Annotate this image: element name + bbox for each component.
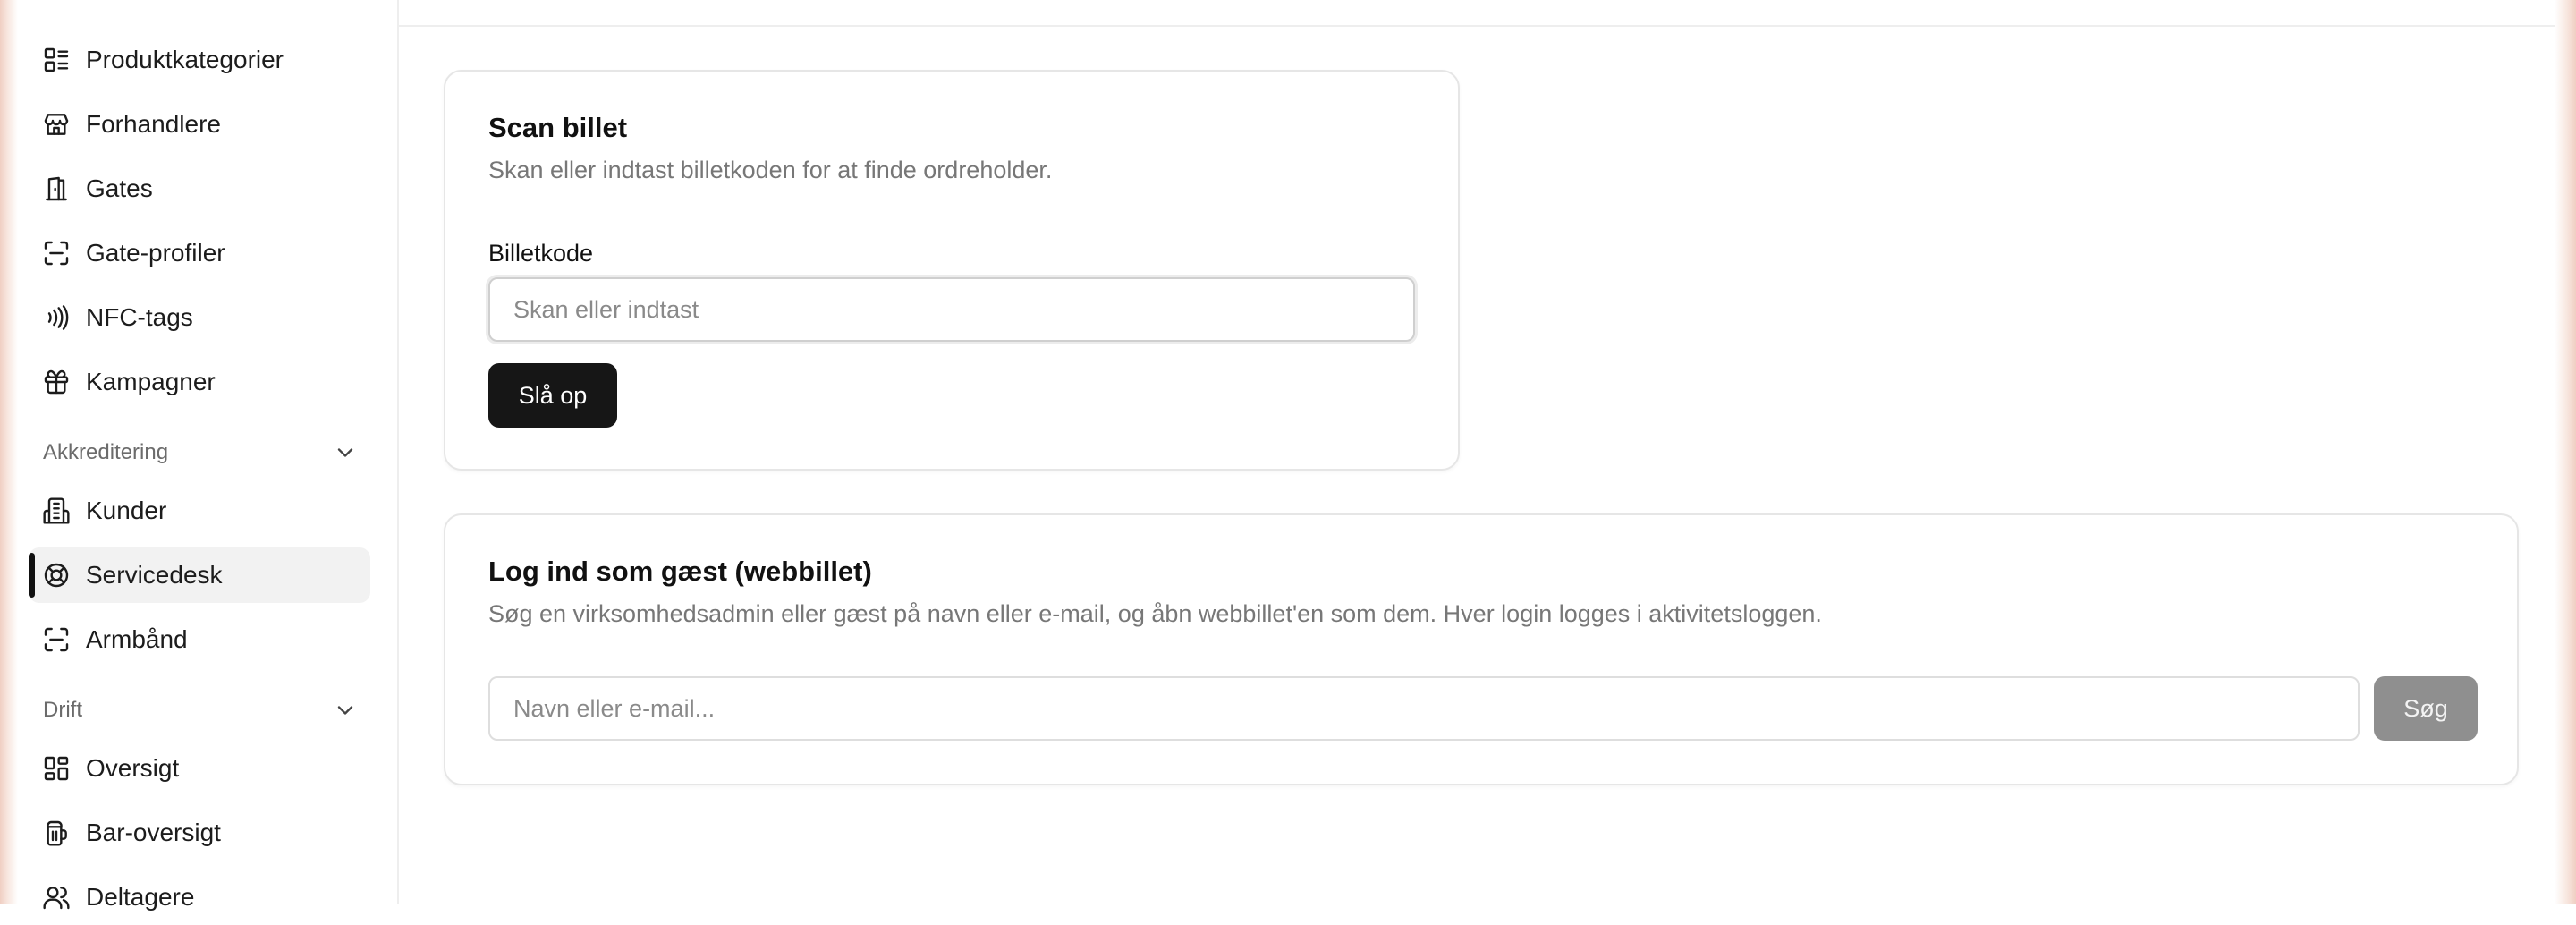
chevron-down-icon	[337, 706, 353, 715]
guest-login-card: Log ind som gæst (webbillet) Søg en virk…	[444, 513, 2519, 785]
nfc-icon	[41, 302, 72, 333]
sidebar-item-armbaand[interactable]: Armbånd	[29, 612, 370, 667]
card-title: Log ind som gæst (webbillet)	[488, 556, 872, 587]
lookup-button[interactable]: Slå op	[488, 363, 617, 428]
sidebar-item-label: Kunder	[86, 496, 167, 524]
dashboard-icon	[41, 753, 72, 784]
sidebar-item-gates[interactable]: Gates	[29, 161, 370, 216]
sidebar-item-produktkategorier[interactable]: Produktkategorier	[29, 32, 370, 88]
section-label: Akkreditering	[43, 440, 169, 464]
sidebar-item-bar-oversigt[interactable]: Bar-oversigt	[29, 805, 370, 861]
active-indicator	[29, 553, 35, 598]
sidebar-item-kunder[interactable]: Kunder	[29, 483, 370, 539]
chevron-down-icon	[337, 448, 353, 457]
sidebar-item-label: Servicedesk	[86, 561, 223, 589]
store-icon	[41, 109, 72, 140]
users-icon	[41, 882, 72, 912]
section-toggle-akkreditering[interactable]: Akkreditering	[43, 435, 358, 471]
sidebar-item-label: Armbånd	[86, 625, 188, 653]
card-description: Skan eller indtast billetkoden for at fi…	[488, 157, 1053, 183]
sidebar-item-gate-profiler[interactable]: Gate-profiler	[29, 225, 370, 281]
sidebar-item-label: NFC-tags	[86, 303, 193, 331]
sidebar: Produktkategorier Forhandlere Gates Gate…	[0, 0, 399, 911]
sidebar-item-label: Kampagner	[86, 368, 216, 395]
sidebar-item-label: Oversigt	[86, 754, 180, 782]
sidebar-item-kampagner[interactable]: Kampagner	[29, 354, 370, 410]
search-button[interactable]: Søg	[2374, 676, 2478, 741]
ticket-code-input[interactable]	[488, 277, 1415, 342]
header-divider	[399, 25, 2555, 27]
building-icon	[41, 496, 72, 526]
category-list-icon	[41, 45, 72, 75]
guest-search-input[interactable]	[488, 676, 2360, 741]
gift-icon	[41, 367, 72, 397]
sidebar-item-label: Deltagere	[86, 883, 195, 911]
door-icon	[41, 174, 72, 204]
section-label: Drift	[43, 698, 82, 722]
beer-icon	[41, 818, 72, 848]
right-edge-gradient	[2555, 0, 2576, 904]
sidebar-item-oversigt[interactable]: Oversigt	[29, 741, 370, 796]
scan-frame-icon	[41, 238, 72, 268]
card-description: Søg en virksomhedsadmin eller gæst på na…	[488, 600, 1822, 627]
card-title: Scan billet	[488, 112, 628, 143]
ticket-code-label: Billetkode	[488, 240, 594, 267]
lifebuoy-icon	[41, 560, 72, 590]
sidebar-item-label: Gate-profiler	[86, 239, 225, 267]
sidebar-item-servicedesk[interactable]: Servicedesk	[29, 547, 370, 603]
sidebar-item-label: Forhandlere	[86, 110, 221, 138]
sidebar-item-deltagere[interactable]: Deltagere	[29, 870, 370, 925]
scan-frame-icon	[41, 624, 72, 655]
sidebar-item-label: Produktkategorier	[86, 46, 284, 73]
scan-ticket-card: Scan billet Skan eller indtast billetkod…	[444, 70, 1460, 471]
sidebar-item-nfc-tags[interactable]: NFC-tags	[29, 290, 370, 345]
sidebar-item-forhandlere[interactable]: Forhandlere	[29, 97, 370, 152]
section-toggle-drift[interactable]: Drift	[43, 692, 358, 728]
sidebar-item-label: Gates	[86, 174, 153, 202]
sidebar-item-label: Bar-oversigt	[86, 819, 221, 846]
